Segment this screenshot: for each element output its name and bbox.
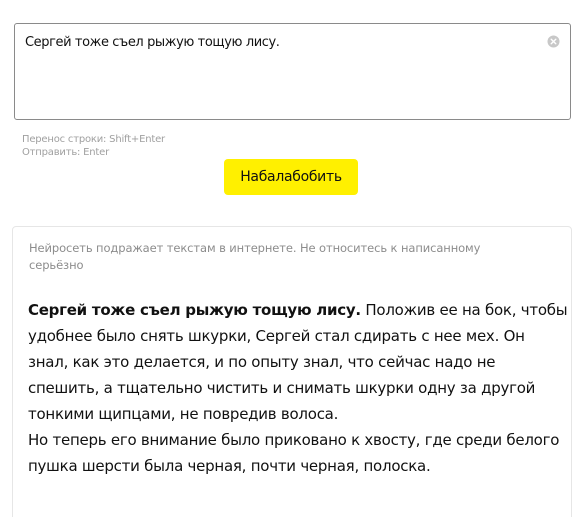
hint-send: Отправить: Enter bbox=[22, 147, 110, 158]
page: Сергей тоже съел рыжую тощую лису. Перен… bbox=[0, 0, 583, 517]
generated-text: Сергей тоже съел рыжую тощую лису. Полож… bbox=[28, 297, 568, 479]
continuation-part1: Положив ее на бок, чтобы удобнее было сн… bbox=[28, 301, 568, 423]
disclaimer-line2: серьёзно bbox=[29, 258, 84, 272]
prompt-input[interactable]: Сергей тоже съел рыжую тощую лису. bbox=[14, 23, 571, 120]
prompt-input-value[interactable]: Сергей тоже съел рыжую тощую лису. bbox=[25, 35, 280, 50]
clear-icon[interactable] bbox=[547, 35, 560, 48]
keyboard-hints: Перенос строки: Shift+Enter Отправить: E… bbox=[22, 133, 165, 159]
hint-line-break: Перенос строки: Shift+Enter bbox=[22, 134, 165, 145]
disclaimer: Нейросеть подражает текстам в интернете.… bbox=[29, 240, 549, 274]
top-decoration bbox=[0, 0, 583, 2]
result-card: Нейросеть подражает текстам в интернете.… bbox=[12, 226, 572, 517]
continuation-part2: Но теперь его внимание было приковано к … bbox=[28, 431, 560, 475]
disclaimer-line1: Нейросеть подражает текстам в интернете.… bbox=[29, 241, 481, 255]
submit-button[interactable]: Набалабобить bbox=[224, 159, 358, 195]
prompt-echo: Сергей тоже съел рыжую тощую лису. bbox=[28, 301, 361, 319]
